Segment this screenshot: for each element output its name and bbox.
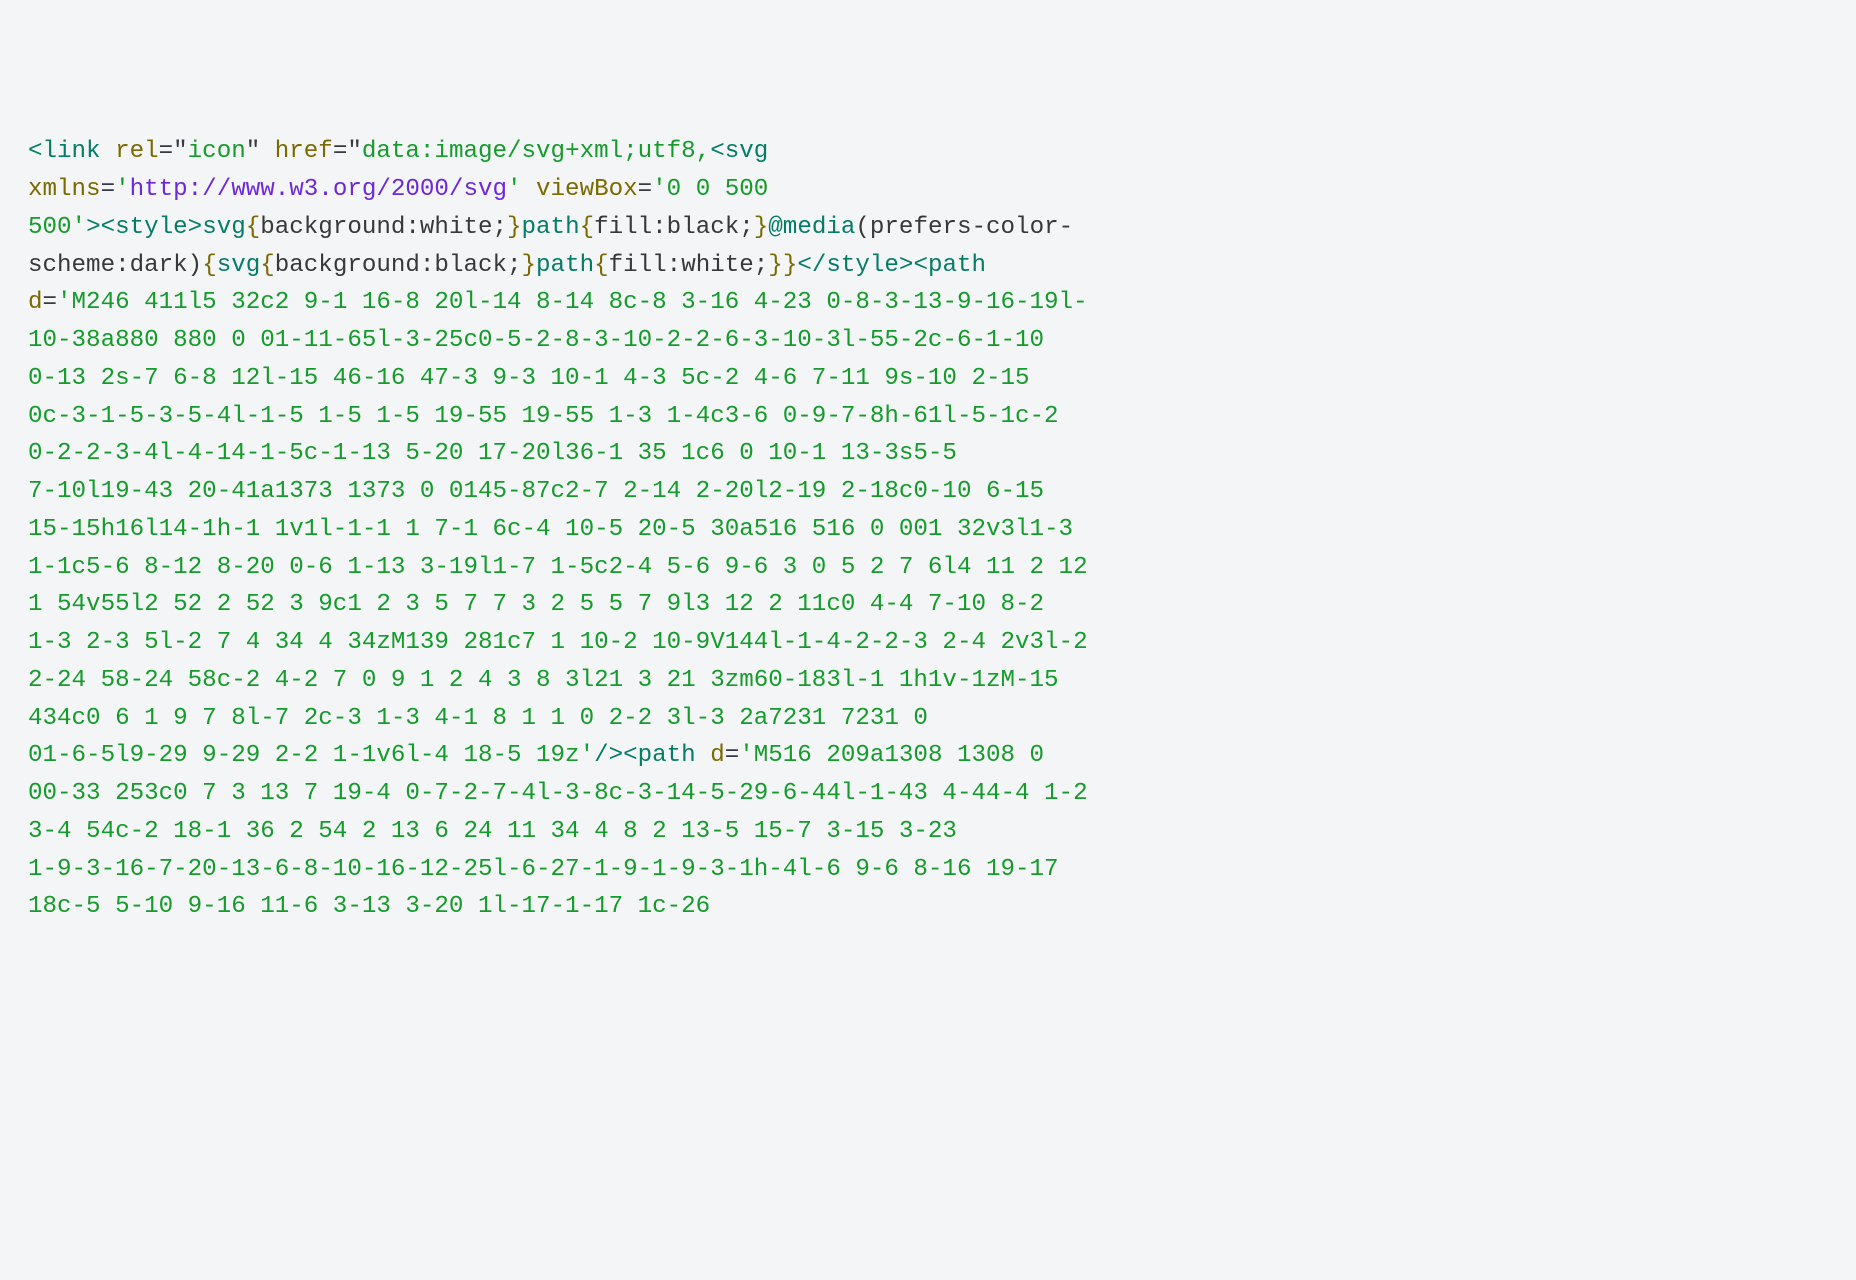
- attr-d-2: d: [710, 742, 725, 769]
- path-d1-line13: 01-6-5l9-29 9-29 2-2 1-1v6l-4 18-5 19z: [28, 742, 580, 769]
- path-d1-line7: 15-15h16l14-1h-1 1v1l-1-1 1 7-1 6c-4 10-…: [28, 516, 1073, 543]
- path-d2-line1: M516 209a1308 1308 0: [754, 742, 1044, 769]
- tag-svg-open: <svg: [710, 138, 768, 165]
- css-selector-svg: svg: [202, 214, 246, 241]
- path-d1-line10: 1-3 2-3 5l-2 7 4 34 4 34zM139 281c7 1 10…: [28, 629, 1088, 656]
- attr-viewbox: viewBox: [536, 176, 638, 203]
- css-at-media: @media: [768, 214, 855, 241]
- path-d2-line2: 00-33 253c0 7 3 13 7 19-4 0-7-2-7-4l-3-8…: [28, 780, 1088, 807]
- tag-path-open-1: <path: [913, 252, 986, 279]
- tag-link-open: <link: [28, 138, 101, 165]
- path-d1-line3: 0-13 2s-7 6-8 12l-15 46-16 47-3 9-3 10-1…: [28, 365, 1030, 392]
- tag-style-open: <style>: [101, 214, 203, 241]
- viewbox-value-2: 500: [28, 214, 72, 241]
- css-media-query-1: (prefers-color-: [855, 214, 1073, 241]
- rel-value: icon: [188, 138, 246, 165]
- attr-xmlns: xmlns: [28, 176, 101, 203]
- css-bg-white: background:white;: [260, 214, 507, 241]
- viewbox-value-1: 0 0 500: [667, 176, 769, 203]
- css-media-query-2: scheme:dark): [28, 252, 202, 279]
- path-d1-line4: 0c-3-1-5-3-5-4l-1-5 1-5 1-5 19-55 19-55 …: [28, 403, 1059, 430]
- path-d2-line4: 1-9-3-16-7-20-13-6-8-10-16-12-25l-6-27-1…: [28, 856, 1059, 883]
- path-d1-line11: 2-24 58-24 58c-2 4-2 7 0 9 1 2 4 3 8 3l2…: [28, 667, 1059, 694]
- path-d1-line6: 7-10l19-43 20-41a1373 1373 0 0145-87c2-7…: [28, 478, 1044, 505]
- path-d1-line8: 1-1c5-6 8-12 8-20 0-6 1-13 3-19l1-7 1-5c…: [28, 554, 1088, 581]
- css-fill-white: fill:white;: [609, 252, 769, 279]
- path-d1-line5: 0-2-2-3-4l-4-14-1-5c-1-13 5-20 17-20l36-…: [28, 440, 957, 467]
- attr-href: href: [275, 138, 333, 165]
- css-fill-black: fill:black;: [594, 214, 754, 241]
- css-bg-black: background:black;: [275, 252, 522, 279]
- tag-path-open-2: <path: [623, 742, 696, 769]
- path-d1-line12: 434c0 6 1 9 7 8l-7 2c-3 1-3 4-1 8 1 1 0 …: [28, 705, 928, 732]
- css-selector-path: path: [522, 214, 580, 241]
- path-d2-line3: 3-4 54c-2 18-1 36 2 54 2 13 6 24 11 34 4…: [28, 818, 957, 845]
- path-d1-line9: 1 54v55l2 52 2 52 3 9c1 2 3 5 7 7 3 2 5 …: [28, 591, 1044, 618]
- path-d1-line1: M246 411l5 32c2 9-1 16-8 20l-14 8-14 8c-…: [72, 289, 1088, 316]
- path-d1-line2: 10-38a880 880 0 01-11-65l-3-25c0-5-2-8-3…: [28, 327, 1044, 354]
- xmlns-url: http://www.w3.org/2000/svg: [130, 176, 507, 203]
- attr-d-1: d: [28, 289, 43, 316]
- href-data-prefix: data:image/svg+xml;utf8,: [362, 138, 710, 165]
- code-block: <link rel="icon" href="data:image/svg+xm…: [28, 138, 1088, 920]
- attr-rel: rel: [115, 138, 159, 165]
- tag-style-close: </style>: [797, 252, 913, 279]
- path-d2-line5: 18c-5 5-10 9-16 11-6 3-13 3-20 1l-17-1-1…: [28, 893, 710, 920]
- tag-path-selfclose: />: [594, 742, 623, 769]
